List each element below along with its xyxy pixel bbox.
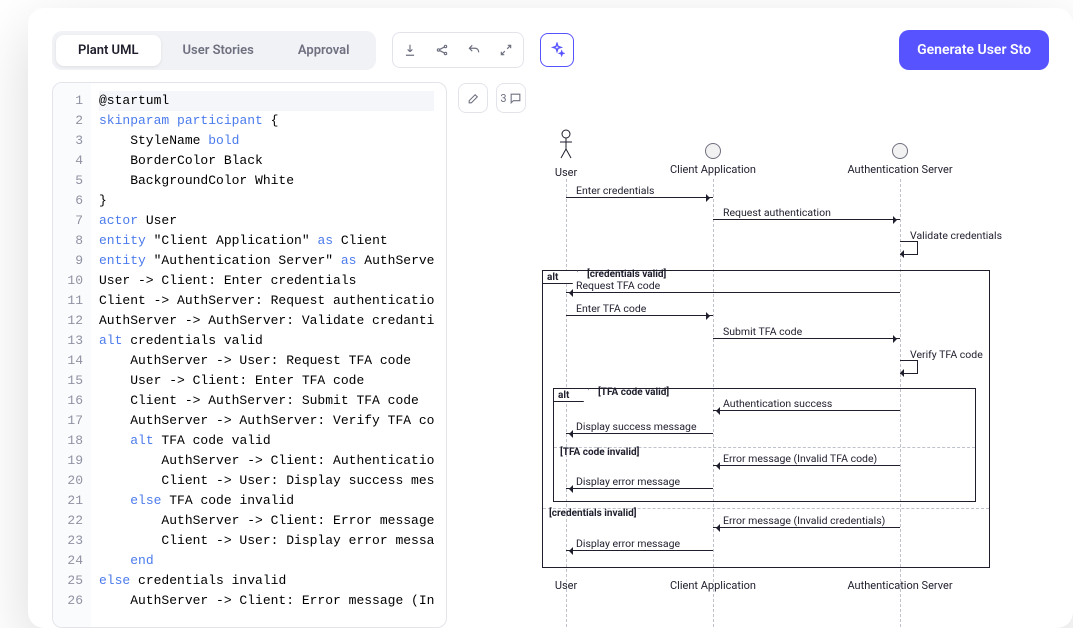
code-line[interactable]: actor User bbox=[99, 211, 434, 231]
message-label: Submit TFA code bbox=[723, 325, 802, 338]
sequence-diagram: User Client Application Authentication Ser… bbox=[458, 129, 1048, 627]
code-line[interactable]: alt TFA code valid bbox=[99, 431, 434, 451]
message-label: Display success message bbox=[576, 420, 697, 433]
message-label: Validate credentials bbox=[910, 229, 1002, 242]
expand-icon[interactable] bbox=[493, 37, 519, 63]
code-line[interactable]: AuthServer -> User: Request TFA code bbox=[99, 351, 434, 371]
toolbar bbox=[392, 32, 524, 68]
code-line[interactable]: else TFA code invalid bbox=[99, 491, 434, 511]
code-line[interactable]: alt credentials valid bbox=[99, 331, 434, 351]
lifeline-client: Client Application bbox=[653, 129, 773, 176]
code-line[interactable]: AuthServer -> Client: Authenticatio bbox=[99, 451, 434, 471]
message-label: Request authentication bbox=[723, 206, 831, 219]
tab-plant-uml[interactable]: Plant UML bbox=[56, 35, 161, 66]
code-line[interactable]: @startuml bbox=[99, 91, 434, 111]
comments-button[interactable]: 3 bbox=[496, 83, 526, 113]
code-body[interactable]: @startumlskinparam participant { StyleNa… bbox=[91, 83, 434, 627]
message-label: Error message (Invalid credentials) bbox=[723, 514, 885, 527]
lifeline-bottom-label: Authentication Server bbox=[840, 579, 960, 592]
lifeline-user: User bbox=[506, 129, 626, 179]
code-line[interactable]: BorderColor Black bbox=[99, 151, 434, 171]
code-editor[interactable]: 1234567891011121314151617181920212223242… bbox=[53, 83, 446, 627]
code-line[interactable]: AuthServer -> Client: Error message bbox=[99, 511, 434, 531]
message-label: Enter TFA code bbox=[576, 302, 646, 315]
message-arrow bbox=[713, 465, 900, 466]
undo-icon[interactable] bbox=[461, 37, 487, 63]
code-line[interactable]: AuthServer -> Client: Error message (In bbox=[99, 591, 434, 611]
message-label: Display error message bbox=[576, 537, 680, 550]
message-label: Display error message bbox=[576, 475, 680, 488]
code-line[interactable]: Client -> User: Display error messa bbox=[99, 531, 434, 551]
message-label: Enter credentials bbox=[576, 184, 654, 197]
code-line[interactable]: entity "Authentication Server" as AuthSe… bbox=[99, 251, 434, 271]
tab-approval[interactable]: Approval bbox=[276, 35, 372, 66]
code-line[interactable]: entity "Client Application" as Client bbox=[99, 231, 434, 251]
line-gutter: 1234567891011121314151617181920212223242… bbox=[53, 83, 91, 627]
message-label: Request TFA code bbox=[576, 279, 660, 292]
code-line[interactable]: User -> Client: Enter credentials bbox=[99, 271, 434, 291]
lifeline-bottom-label: User bbox=[506, 579, 626, 592]
edit-icon[interactable] bbox=[458, 83, 488, 113]
main-split: 1234567891011121314151617181920212223242… bbox=[28, 82, 1073, 628]
code-line[interactable]: AuthServer -> AuthServer: Validate creda… bbox=[99, 311, 434, 331]
lifeline-auth: Authentication Server bbox=[840, 129, 960, 176]
ai-sparkle-button[interactable] bbox=[540, 33, 574, 67]
share-icon[interactable] bbox=[429, 37, 455, 63]
message-arrow bbox=[566, 433, 713, 434]
code-line[interactable]: StyleName bold bbox=[99, 131, 434, 151]
app-window: Plant UMLUser StoriesApproval Generate U… bbox=[28, 8, 1073, 628]
tab-user-stories[interactable]: User Stories bbox=[161, 35, 276, 66]
self-message bbox=[900, 241, 918, 255]
editor-pane: 1234567891011121314151617181920212223242… bbox=[52, 82, 447, 628]
message-arrow bbox=[566, 315, 713, 316]
message-label: Verify TFA code bbox=[910, 348, 983, 361]
download-icon[interactable] bbox=[397, 37, 423, 63]
code-line[interactable]: Client -> AuthServer: Submit TFA code bbox=[99, 391, 434, 411]
message-arrow bbox=[713, 527, 900, 528]
diagram-pane: 3 User Client Application Authentication S… bbox=[457, 82, 1049, 628]
message-arrow bbox=[566, 197, 713, 198]
topbar: Plant UMLUser StoriesApproval Generate U… bbox=[28, 8, 1073, 82]
code-line[interactable]: Client -> User: Display success mes bbox=[99, 471, 434, 491]
message-arrow bbox=[713, 219, 900, 220]
message-arrow bbox=[566, 550, 713, 551]
lifeline-bottom-label: Client Application bbox=[653, 579, 773, 592]
diagram-toolbar: 3 bbox=[458, 83, 526, 113]
code-line[interactable]: Client -> AuthServer: Request authentica… bbox=[99, 291, 434, 311]
generate-button[interactable]: Generate User Sto bbox=[899, 30, 1049, 70]
code-line[interactable]: } bbox=[99, 191, 434, 211]
code-line[interactable]: BackgroundColor White bbox=[99, 171, 434, 191]
self-message bbox=[900, 360, 918, 374]
message-label: Authentication success bbox=[723, 397, 832, 410]
code-line[interactable]: else credentials invalid bbox=[99, 571, 434, 591]
code-line[interactable]: AuthServer -> AuthServer: Verify TFA co bbox=[99, 411, 434, 431]
message-arrow bbox=[713, 338, 900, 339]
message-arrow bbox=[713, 410, 900, 411]
code-line[interactable]: skinparam participant { bbox=[99, 111, 434, 131]
comments-count: 3 bbox=[500, 92, 506, 105]
code-line[interactable]: end bbox=[99, 551, 434, 571]
tab-group: Plant UMLUser StoriesApproval bbox=[52, 31, 376, 70]
code-line[interactable]: User -> Client: Enter TFA code bbox=[99, 371, 434, 391]
message-arrow bbox=[566, 292, 900, 293]
message-label: Error message (Invalid TFA code) bbox=[723, 452, 877, 465]
message-arrow bbox=[566, 488, 713, 489]
